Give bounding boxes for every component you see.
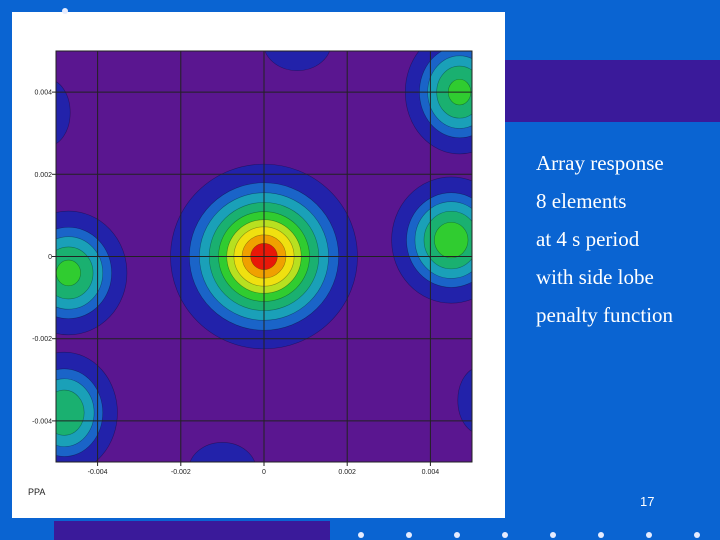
lobe-minor-lobe-top <box>264 51 330 71</box>
bullet-line-4: with side lobe <box>536 265 654 289</box>
bullet-line-1: Array response <box>536 151 664 175</box>
lobe-side-lobe-left <box>56 210 128 336</box>
x-axis-ticks: -0.004 -0.002 0 0.002 0.004 <box>88 462 440 476</box>
nav-dot <box>406 532 412 538</box>
bullet-line-5: penalty function <box>536 303 674 327</box>
corner-label: PPA <box>28 487 46 497</box>
x-tick-label: 0 <box>262 469 266 476</box>
nav-dot <box>598 532 604 538</box>
contour-band <box>56 259 81 287</box>
contour-band <box>56 389 85 436</box>
y-tick-label: 0.002 <box>34 172 52 179</box>
slide-number: 17 <box>640 494 655 509</box>
nav-dot <box>454 532 460 538</box>
nav-dot <box>646 532 652 538</box>
nav-dot <box>358 532 364 538</box>
bullet-line-3: at 4 s period <box>536 227 640 251</box>
bullet-list: Array response 8 elements at 4 s period … <box>536 146 673 336</box>
y-tick-label: -0.004 <box>32 418 52 425</box>
nav-dot <box>550 532 556 538</box>
x-tick-label: 0.002 <box>338 469 356 476</box>
x-tick-label: -0.002 <box>171 469 191 476</box>
contour-band <box>434 221 469 259</box>
lobe-side-lobe-right <box>391 176 472 304</box>
y-tick-label: 0.004 <box>34 90 52 97</box>
contour-band <box>189 442 255 462</box>
y-tick-label: 0 <box>48 254 52 261</box>
lobe-minor-lobe-lower-right <box>457 368 472 432</box>
lobe-minor-lobe-bottom <box>189 442 255 462</box>
x-tick-label: 0.004 <box>422 469 440 476</box>
contour-band <box>457 368 472 432</box>
x-tick-label: -0.004 <box>88 469 108 476</box>
nav-dot <box>502 532 508 538</box>
slide: -0.004 -0.002 0 0.002 0.004 0.004 0.002 0 -0.00… <box>0 0 720 540</box>
lobe-side-lobe-lower-left <box>56 351 118 462</box>
nav-dot <box>694 532 700 538</box>
nav-dot <box>62 8 68 14</box>
contour-band <box>264 51 330 71</box>
bullet-line-2: 8 elements <box>536 189 627 213</box>
y-tick-label: -0.002 <box>32 336 52 343</box>
y-axis-ticks: 0.004 0.002 0 -0.002 -0.004 <box>32 90 56 425</box>
